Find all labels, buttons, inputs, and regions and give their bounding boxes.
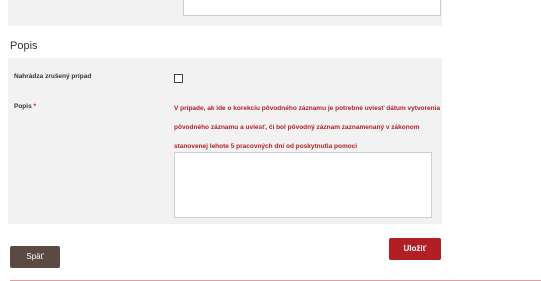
required-marker: * [33,103,37,110]
replacement-label: Nahrádza zrušený prípad [14,73,92,80]
section-title: Popis [10,40,38,52]
previous-textarea[interactable] [183,0,441,16]
description-label: Popis [14,103,32,110]
help-text: V prípade, ak ide o korekciu pôvodného z… [174,99,442,156]
description-textarea[interactable] [174,152,432,218]
help-text-line: V prípade, ak ide o korekciu pôvodného z… [174,105,441,112]
save-button[interactable]: Uložiť [389,238,441,260]
replacement-checkbox[interactable] [174,74,183,83]
back-button[interactable]: Späť [10,246,60,268]
description-label-row: Popis * [14,103,36,110]
help-text-line: pôvodného záznamu a uviesť, či bol pôvod… [174,124,420,131]
previous-field-panel [8,0,442,26]
